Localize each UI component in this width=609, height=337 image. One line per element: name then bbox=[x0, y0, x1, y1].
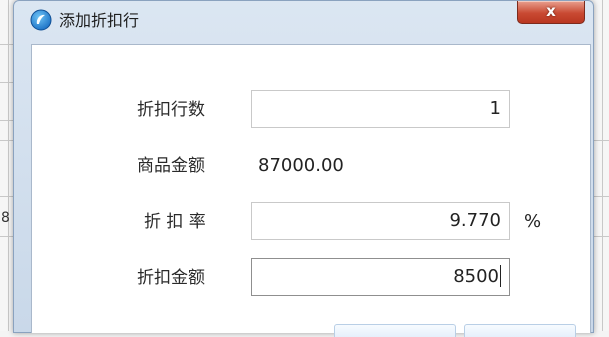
discount-amount-value: 8500 bbox=[453, 266, 499, 287]
background-table-line bbox=[8, 0, 9, 331]
background-cell-text: 8 bbox=[1, 210, 10, 226]
discount-amount-input[interactable]: 8500 bbox=[251, 258, 510, 296]
text-caret bbox=[500, 264, 501, 287]
close-button[interactable]: x bbox=[517, 1, 585, 24]
percent-unit: % bbox=[524, 211, 542, 232]
dialog-content: 折扣行数 1 商品金额 87000.00 折 扣 率 9.770 % 折扣金额 … bbox=[31, 44, 591, 337]
goods-amount-value: 87000.00 bbox=[258, 155, 344, 176]
discount-rows-label: 折扣行数 bbox=[137, 100, 205, 120]
close-icon: x bbox=[546, 2, 556, 20]
discount-rate-label: 折 扣 率 bbox=[144, 212, 206, 232]
discount-rows-input[interactable]: 1 bbox=[251, 90, 510, 128]
goods-amount-label: 商品金额 bbox=[137, 156, 205, 176]
discount-rate-input[interactable]: 9.770 bbox=[251, 202, 510, 240]
dialog-titlebar[interactable]: 添加折扣行 x bbox=[14, 1, 593, 41]
background-divider bbox=[0, 44, 13, 45]
add-discount-row-dialog: 添加折扣行 x 折扣行数 1 商品金额 87000.00 折 扣 率 9.770… bbox=[13, 0, 594, 337]
dialog-title: 添加折扣行 bbox=[59, 11, 140, 30]
background-divider bbox=[0, 82, 13, 83]
background-divider bbox=[0, 120, 13, 121]
discount-amount-label: 折扣金额 bbox=[137, 268, 205, 288]
app-logo-icon bbox=[30, 9, 52, 31]
background-table-line bbox=[602, 0, 603, 331]
